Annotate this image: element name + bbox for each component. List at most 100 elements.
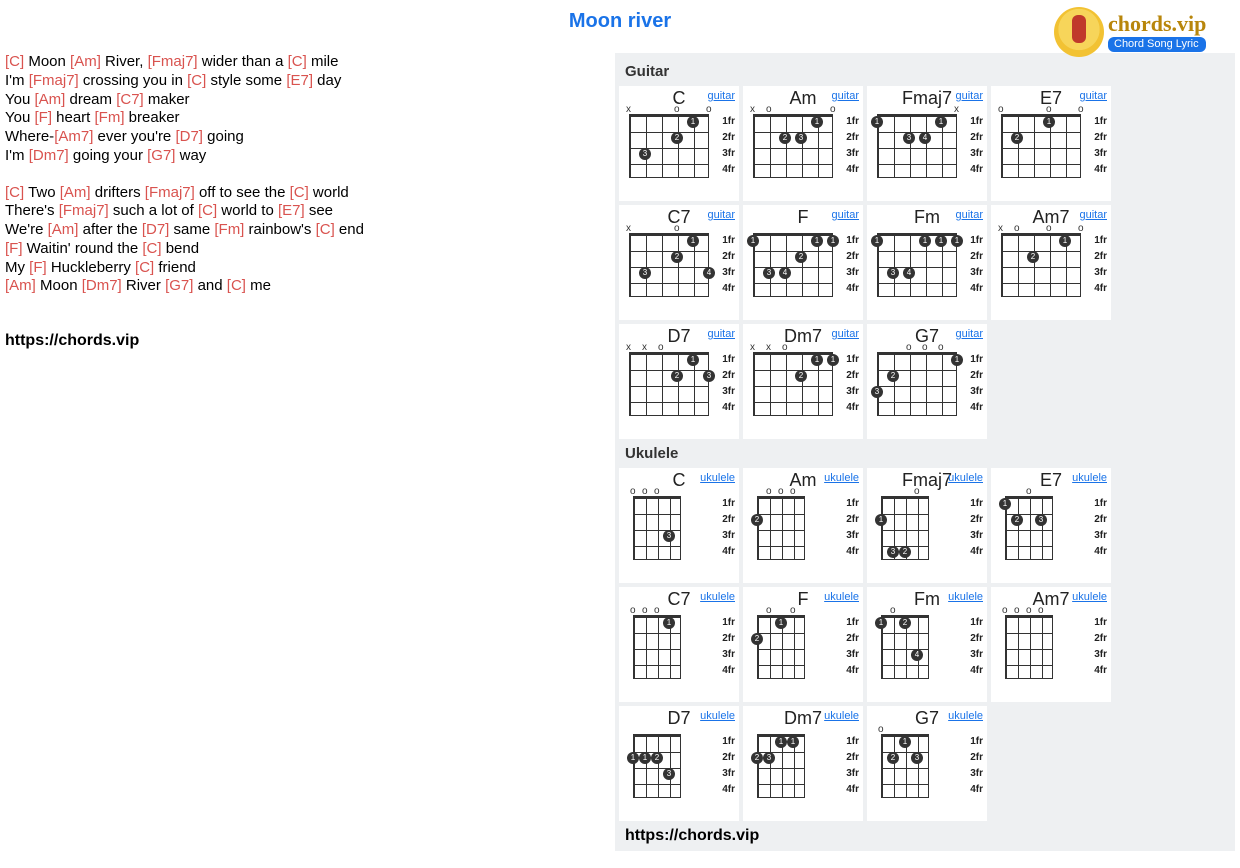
finger-dot: 3	[887, 267, 899, 279]
lyric-text: Where-	[5, 128, 54, 145]
chord-symbol[interactable]: [Fmaj7]	[29, 72, 79, 89]
finger-dot: 3	[663, 768, 675, 780]
instrument-link[interactable]: guitar	[1079, 90, 1107, 102]
lyric-text: River	[122, 277, 165, 294]
finger-dot: 3	[703, 370, 715, 382]
lyric-text: ever you're	[93, 128, 175, 145]
fret-labels: 1fr2fr3fr4fr	[846, 615, 859, 679]
finger-dot: 3	[763, 267, 775, 279]
instrument-link[interactable]: ukulele	[1072, 472, 1107, 484]
instrument-link[interactable]: guitar	[707, 209, 735, 221]
chord-symbol[interactable]: [G7]	[165, 277, 193, 294]
instrument-link[interactable]: ukulele	[948, 472, 983, 484]
site-logo[interactable]: chords.vip Chord Song Lyric	[1054, 4, 1234, 60]
chord-symbol[interactable]: [C]	[227, 277, 246, 294]
chord-symbol[interactable]: [Fmaj7]	[145, 184, 195, 201]
finger-dot: 2	[899, 617, 911, 629]
instrument-link[interactable]: guitar	[955, 328, 983, 340]
chord-symbol[interactable]: [Am]	[48, 221, 79, 238]
instrument-link[interactable]: guitar	[707, 90, 735, 102]
instrument-link[interactable]: guitar	[831, 90, 859, 102]
chord-symbol[interactable]: [Fm]	[214, 221, 244, 238]
instrument-link[interactable]: ukulele	[700, 710, 735, 722]
lyric-text: going your	[69, 147, 147, 164]
instrument-link[interactable]: ukulele	[700, 472, 735, 484]
lyric-text: friend	[154, 259, 196, 276]
lyric-text: bend	[162, 240, 200, 257]
instrument-link[interactable]: ukulele	[948, 710, 983, 722]
instrument-link[interactable]: ukulele	[1072, 591, 1107, 603]
chord-symbol[interactable]: [C]	[198, 202, 217, 219]
instrument-link[interactable]: guitar	[831, 209, 859, 221]
chord-card-c7: C7guitarxo12341fr2fr3fr4fr	[619, 205, 739, 320]
chord-symbol[interactable]: [F]	[5, 240, 23, 257]
chord-card-fmaj7: Fmaj7guitarx11341fr2fr3fr4fr	[867, 86, 987, 201]
lyric-text: My	[5, 259, 29, 276]
finger-dot: 2	[1027, 251, 1039, 263]
lyric-text: mile	[307, 53, 339, 70]
chord-symbol[interactable]: [E7]	[286, 72, 313, 89]
chord-symbol[interactable]: [Dm7]	[29, 147, 69, 164]
instrument-link[interactable]: ukulele	[700, 591, 735, 603]
chord-symbol[interactable]: [Dm7]	[82, 277, 122, 294]
finger-dot: 1	[775, 617, 787, 629]
finger-dot: 1	[627, 752, 639, 764]
chord-symbol[interactable]: [D7]	[175, 128, 203, 145]
chord-symbol[interactable]: [Fmaj7]	[59, 202, 109, 219]
chord-symbol[interactable]: [D7]	[142, 221, 170, 238]
instrument-link[interactable]: guitar	[707, 328, 735, 340]
muted-string-marker: x	[626, 223, 631, 234]
chord-symbol[interactable]: [C]	[288, 53, 307, 70]
lyric-text: crossing you in	[79, 72, 187, 89]
chord-symbol[interactable]: [Am]	[5, 277, 36, 294]
instrument-link[interactable]: ukulele	[948, 591, 983, 603]
chord-symbol[interactable]: [C]	[135, 259, 154, 276]
chord-symbol[interactable]: [Am]	[34, 91, 65, 108]
chord-card-am7: Am7ukuleleoooo1fr2fr3fr4fr	[991, 587, 1111, 702]
chord-symbol[interactable]: [C]	[316, 221, 335, 238]
instrument-link[interactable]: ukulele	[824, 710, 859, 722]
chord-card-d7: D7ukulele12311fr2fr3fr4fr	[619, 706, 739, 821]
fret-labels: 1fr2fr3fr4fr	[722, 114, 735, 178]
finger-dot: 1	[775, 736, 787, 748]
finger-dot: 3	[763, 752, 775, 764]
chord-name: Dm7	[784, 326, 822, 347]
fret-labels: 1fr2fr3fr4fr	[722, 233, 735, 297]
fret-labels: 1fr2fr3fr4fr	[970, 114, 983, 178]
finger-dot: 1	[1043, 116, 1055, 128]
chord-symbol[interactable]: [F]	[34, 109, 52, 126]
instrument-link[interactable]: guitar	[955, 90, 983, 102]
panel-source-url: https://chords.vip	[625, 827, 1231, 845]
chord-symbol[interactable]: [Fmaj7]	[148, 53, 198, 70]
muted-string-marker: x	[642, 342, 647, 353]
open-string-marker: o	[706, 104, 712, 115]
chord-symbol[interactable]: [C]	[5, 184, 24, 201]
instrument-link[interactable]: ukulele	[824, 472, 859, 484]
finger-dot: 1	[663, 617, 675, 629]
chord-card-dm7: Dm7ukulele11231fr2fr3fr4fr	[743, 706, 863, 821]
chord-name: D7	[667, 326, 690, 347]
chord-symbol[interactable]: [Fm]	[95, 109, 125, 126]
finger-dot: 1	[875, 617, 887, 629]
chord-symbol[interactable]: [Am7]	[54, 128, 93, 145]
instrument-link[interactable]: guitar	[1079, 209, 1107, 221]
instrument-link[interactable]: guitar	[831, 328, 859, 340]
chord-name: Am	[790, 88, 817, 109]
chord-symbol[interactable]: [C]	[290, 184, 309, 201]
chord-symbol[interactable]: [Am]	[60, 184, 91, 201]
chord-symbol[interactable]: [F]	[29, 259, 47, 276]
open-string-marker: o	[766, 486, 772, 497]
lyric-text: Waitin' round the	[23, 240, 143, 257]
chord-symbol[interactable]: [G7]	[147, 147, 175, 164]
lyric-text: going	[203, 128, 244, 145]
chord-symbol[interactable]: [C]	[142, 240, 161, 257]
logo-brand: chords.vip	[1108, 13, 1206, 35]
chord-symbol[interactable]: [C]	[187, 72, 206, 89]
instrument-link[interactable]: ukulele	[824, 591, 859, 603]
chord-symbol[interactable]: [C7]	[116, 91, 144, 108]
chord-symbol[interactable]: [Am]	[70, 53, 101, 70]
finger-dot: 1	[951, 235, 963, 247]
instrument-link[interactable]: guitar	[955, 209, 983, 221]
chord-symbol[interactable]: [E7]	[278, 202, 305, 219]
chord-symbol[interactable]: [C]	[5, 53, 24, 70]
